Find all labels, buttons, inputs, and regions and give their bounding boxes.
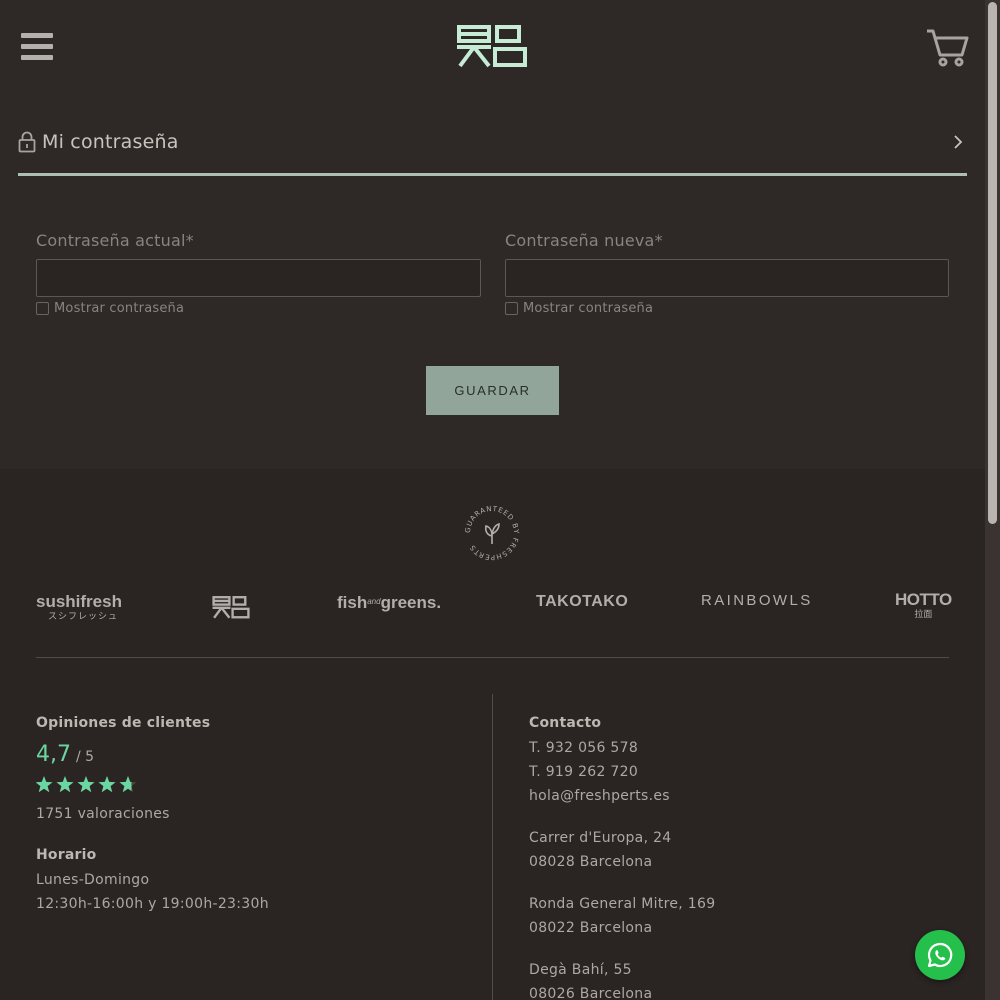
footer-column-divider <box>492 694 493 1000</box>
whatsapp-icon <box>927 942 953 968</box>
address-3-street: Degà Bahí, 55 <box>529 962 632 978</box>
schedule-days: Lunes-Domingo <box>36 872 150 888</box>
current-password-input[interactable] <box>36 259 481 297</box>
schedule-title: Horario <box>36 847 97 863</box>
footer-divider <box>36 657 949 658</box>
brand-takotako[interactable]: TAKOTAKO <box>536 593 628 611</box>
contact-phone-1[interactable]: T. 932 056 578 <box>529 736 638 760</box>
save-button[interactable]: GUARDAR <box>426 366 559 415</box>
brand-fish-and-greens[interactable]: fishandgreens. <box>337 593 441 613</box>
address-1-street: Carrer d'Europa, 24 <box>529 830 672 846</box>
show-new-password-label: Mostrar contraseña <box>523 301 654 316</box>
reviews-title: Opiniones de clientes <box>36 715 211 731</box>
scrollbar[interactable] <box>985 0 1000 1000</box>
lock-icon <box>18 131 36 153</box>
star-icon <box>77 776 95 793</box>
guaranteed-badge-icon: GUARANTEED BY FRESHPERTS <box>464 505 519 561</box>
current-password-label: Contraseña actual* <box>36 231 194 250</box>
star-icon <box>98 776 116 793</box>
password-section-header[interactable]: Mi contraseña <box>18 118 967 176</box>
rating-value: 4,7 <box>36 742 71 767</box>
star-icon <box>119 776 136 793</box>
brand-rainbowls[interactable]: RAINBOWLS <box>701 592 813 609</box>
address-2-city: 08022 Barcelona <box>529 920 653 936</box>
address-3-city: 08026 Barcelona <box>529 986 653 1000</box>
address-1-city: 08028 Barcelona <box>529 854 653 870</box>
brand-logo-icon[interactable] <box>212 596 250 619</box>
reviews-count: 1751 valoraciones <box>36 806 170 822</box>
scrollbar-thumb[interactable] <box>988 2 997 524</box>
hamburger-icon[interactable] <box>21 33 53 61</box>
rating-stars <box>36 776 136 793</box>
show-current-password[interactable]: Mostrar contraseña <box>36 301 184 316</box>
cart-icon[interactable] <box>925 27 969 67</box>
schedule-hours: 12:30h-16:00h y 19:00h-23:30h <box>36 896 269 912</box>
brand-hotto[interactable]: HOTTO 拉面 <box>895 591 952 620</box>
contact-phone-2[interactable]: T. 919 262 720 <box>529 760 638 784</box>
brand-sushifresh[interactable]: sushifresh スシフレッシュ <box>36 593 122 622</box>
show-current-password-label: Mostrar contraseña <box>54 301 185 316</box>
address-2-street: Ronda General Mitre, 169 <box>529 896 716 912</box>
whatsapp-button[interactable] <box>915 930 965 980</box>
footer: GUARANTEED BY FRESHPERTS sushifresh スシフレ… <box>0 469 985 1000</box>
star-icon <box>56 776 74 793</box>
show-new-password-checkbox[interactable] <box>505 302 518 315</box>
show-new-password[interactable]: Mostrar contraseña <box>505 301 653 316</box>
new-password-input[interactable] <box>505 259 949 297</box>
star-icon <box>36 776 53 793</box>
rating-scale: / 5 <box>76 749 95 765</box>
contact-title: Contacto <box>529 715 602 731</box>
contact-email[interactable]: hola@freshperts.es <box>529 784 670 808</box>
show-current-password-checkbox[interactable] <box>36 302 49 315</box>
new-password-label: Contraseña nueva* <box>505 231 663 250</box>
chevron-right-icon[interactable] <box>953 134 963 150</box>
brand-logos: sushifresh スシフレッシュ fishandgreens. TAKOTA… <box>36 589 952 629</box>
logo-icon[interactable] <box>456 25 528 68</box>
header <box>0 0 985 95</box>
section-title: Mi contraseña <box>42 131 179 153</box>
